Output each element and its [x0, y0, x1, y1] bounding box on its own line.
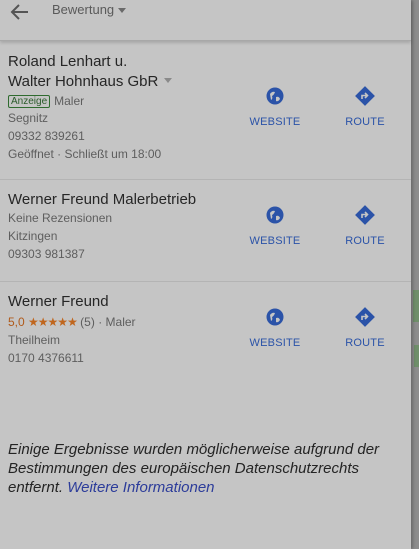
website-label: WEBSITE — [249, 337, 301, 349]
directions-icon — [355, 307, 375, 327]
route-button[interactable]: ROUTE — [330, 205, 400, 247]
route-label: ROUTE — [345, 235, 385, 247]
result-title[interactable]: Walter Hohnhaus GbR — [8, 72, 173, 92]
website-button[interactable]: WEBSITE — [240, 205, 310, 247]
route-label: ROUTE — [345, 337, 385, 349]
result-item[interactable]: Werner Freund 5,0 ★★★★★ (5) · Maler Thei… — [0, 282, 411, 382]
result-phone: 0170 4376611 — [8, 351, 84, 365]
result-meta: Anzeige Maler — [8, 92, 84, 110]
rating-filter-label: Bewertung — [52, 2, 115, 17]
directions-icon — [355, 86, 375, 106]
result-phone: 09332 839261 — [8, 129, 85, 143]
result-title[interactable]: Werner Freund — [8, 292, 109, 312]
review-count[interactable]: (5) — [80, 315, 95, 329]
result-rating-row: 5,0 ★★★★★ (5) · Maler — [8, 313, 136, 331]
directions-icon — [355, 205, 375, 225]
result-phone: 09303 981387 — [8, 247, 85, 261]
result-title-line2: Walter Hohnhaus GbR — [8, 73, 159, 90]
back-arrow-icon[interactable] — [8, 1, 32, 23]
results-toolbar: Bewertung — [0, 0, 411, 41]
privacy-notice: Einige Ergebnisse wurden möglicherweise … — [8, 440, 408, 497]
result-hours: Geöffnet · Schließt um 18:00 — [8, 147, 162, 161]
result-title[interactable]: Werner Freund Malerbetrieb — [8, 190, 196, 210]
result-title[interactable]: Roland Lenhart u. — [8, 52, 127, 72]
rating-value: 5,0 — [8, 315, 25, 329]
result-location: Segnitz — [8, 111, 49, 125]
website-button[interactable]: WEBSITE — [240, 307, 310, 349]
result-item[interactable]: Werner Freund Malerbetrieb Keine Rezensi… — [0, 180, 411, 282]
website-label: WEBSITE — [249, 116, 301, 128]
star-rating-icon: ★★★★★ — [28, 315, 78, 329]
map-edge[interactable] — [411, 0, 419, 549]
route-button[interactable]: ROUTE — [330, 86, 400, 128]
ad-badge: Anzeige — [8, 95, 51, 108]
website-label: WEBSITE — [249, 235, 301, 247]
map-park-area — [413, 290, 419, 322]
map-park-area — [414, 345, 419, 367]
more-info-link[interactable]: Weitere Informationen — [67, 479, 214, 496]
globe-icon — [266, 308, 284, 326]
globe-icon — [266, 87, 284, 105]
result-category: Maler — [54, 94, 85, 108]
website-button[interactable]: WEBSITE — [240, 86, 310, 128]
rating-filter-dropdown[interactable]: Bewertung — [52, 2, 127, 17]
result-location: Theilheim — [8, 333, 61, 347]
results-panel: Bewertung Roland Lenhart u. Walter Hohnh… — [0, 0, 411, 549]
chevron-down-icon — [118, 8, 127, 13]
globe-icon — [266, 206, 284, 224]
result-title-line1: Roland Lenhart u. — [8, 53, 128, 70]
route-label: ROUTE — [345, 116, 385, 128]
result-item[interactable]: Roland Lenhart u. Walter Hohnhaus GbR An… — [0, 41, 411, 180]
result-location: Kitzingen — [8, 229, 58, 243]
result-reviews: Keine Rezensionen — [8, 211, 113, 225]
route-button[interactable]: ROUTE — [330, 307, 400, 349]
chevron-down-icon[interactable] — [164, 78, 173, 83]
result-category: · Maler — [98, 315, 136, 329]
